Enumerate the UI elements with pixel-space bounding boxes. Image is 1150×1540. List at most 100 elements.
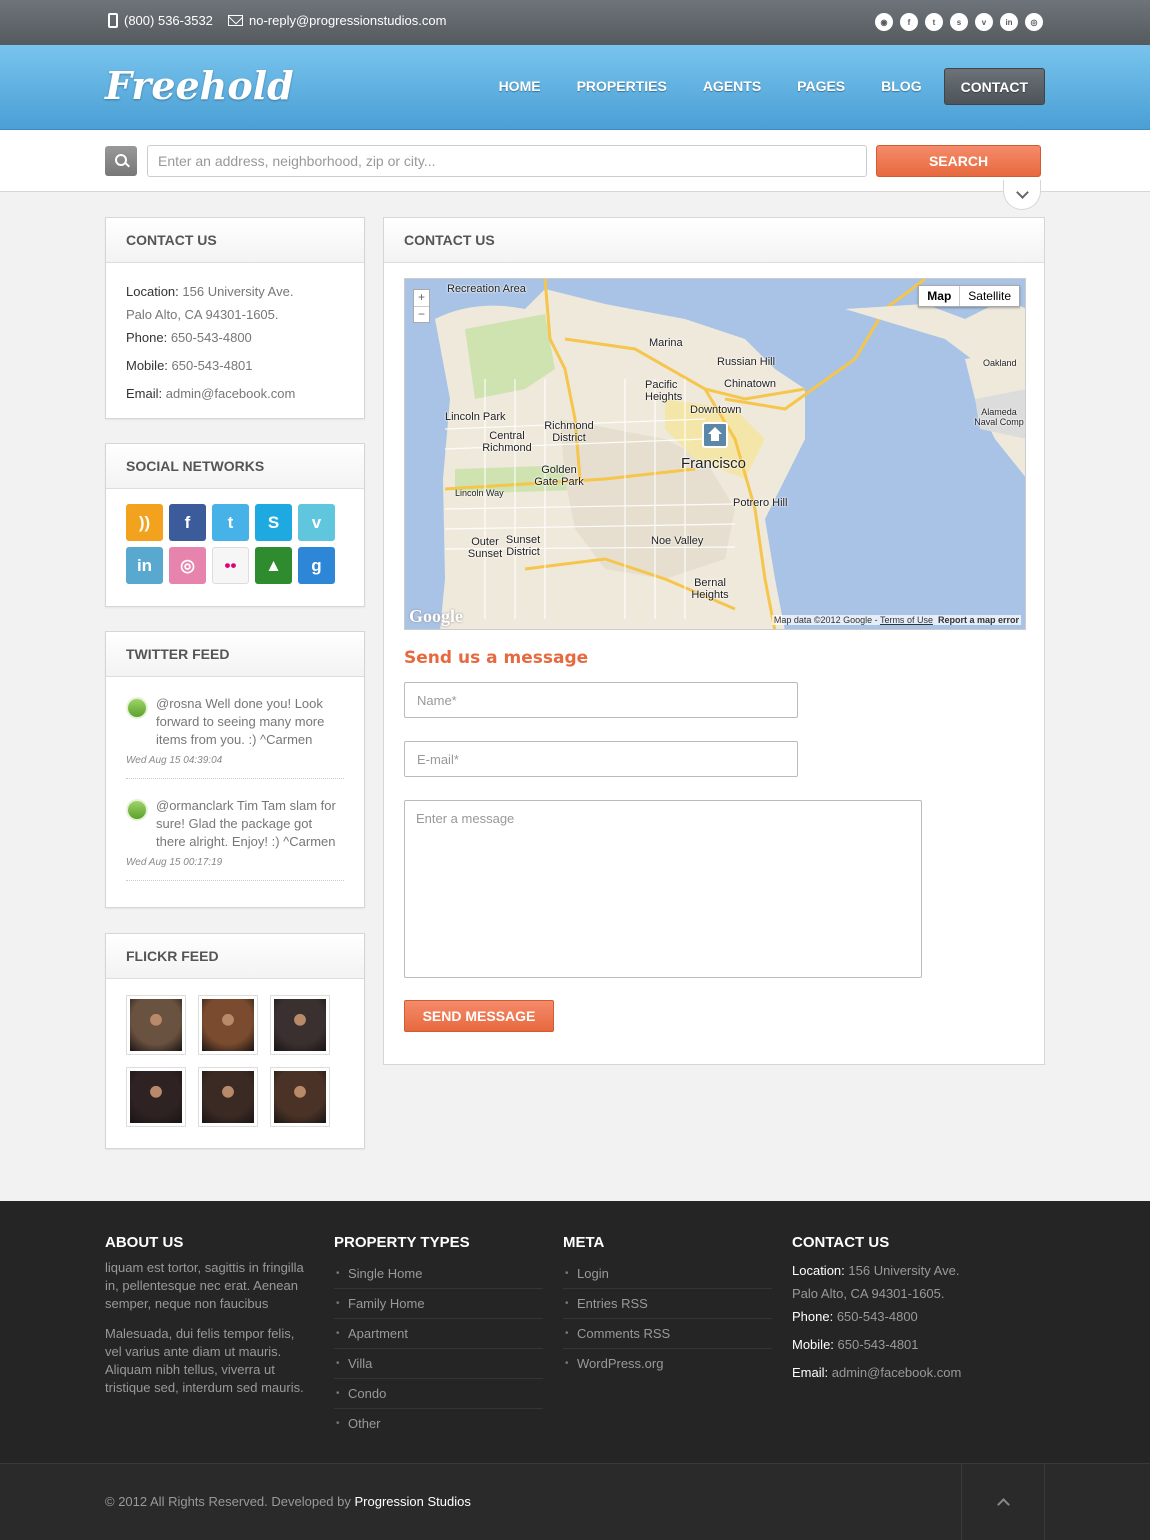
- map-credit: Map data ©2012 Google - Terms of Use Rep…: [771, 615, 1021, 625]
- dribbble-icon[interactable]: ◎: [169, 547, 206, 584]
- google-logo: Google: [409, 606, 463, 626]
- footer-link[interactable]: WordPress.org: [563, 1349, 772, 1379]
- chevron-down-icon[interactable]: [1003, 180, 1041, 210]
- message-field[interactable]: [404, 800, 922, 978]
- map-label: Bernal Heights: [691, 577, 729, 601]
- leaf-icon: [126, 799, 148, 821]
- bottom-bar: © 2012 All Rights Reserved. Developed by…: [0, 1463, 1150, 1540]
- footer-link[interactable]: Single Home: [334, 1259, 543, 1289]
- top-phone-text: (800) 536-3532: [124, 13, 213, 28]
- footer-link[interactable]: Entries RSS: [563, 1289, 772, 1319]
- linkedin-icon[interactable]: in: [1000, 13, 1018, 31]
- site-logo[interactable]: Freehold: [105, 63, 294, 108]
- map-label: Central Richmond: [482, 430, 532, 454]
- social-widget: SOCIAL NETWORKS )) f t Sv in ◎ •• ▲ g: [105, 443, 365, 607]
- nav-agents[interactable]: AGENTS: [685, 68, 779, 105]
- main-title: CONTACT US: [384, 218, 1044, 263]
- twitter-icon[interactable]: t: [925, 13, 943, 31]
- footer-link[interactable]: Family Home: [334, 1289, 543, 1319]
- home-marker-icon[interactable]: [702, 422, 728, 448]
- map-zoom-control: + −: [413, 289, 430, 323]
- name-field[interactable]: [404, 682, 798, 718]
- footer-about-text: liquam est tortor, sagittis in fringilla…: [105, 1260, 304, 1311]
- flickr-widget: FLICKR FEED: [105, 933, 365, 1149]
- flickr-photo[interactable]: [198, 995, 258, 1055]
- main-nav: HOME PROPERTIES AGENTS PAGES BLOG CONTAC…: [481, 68, 1045, 105]
- footer-link[interactable]: Condo: [334, 1379, 543, 1409]
- twitter-icon[interactable]: t: [212, 504, 249, 541]
- contact-phone: Phone: 650-543-4800: [126, 330, 252, 345]
- map-label: Lincoln Park: [445, 411, 506, 423]
- map-label: Marina: [649, 337, 683, 349]
- widget-title: TWITTER FEED: [106, 632, 364, 677]
- facebook-icon[interactable]: f: [169, 504, 206, 541]
- rss-icon[interactable]: )): [126, 504, 163, 541]
- back-to-top-chevron-up-icon[interactable]: [961, 1464, 1045, 1540]
- nav-home[interactable]: HOME: [481, 68, 559, 105]
- dribbble-icon[interactable]: ◎: [1025, 13, 1043, 31]
- contact-mobile: Mobile: 650-543-4801: [126, 358, 253, 373]
- footer-about: ABOUT US liquam est tortor, sagittis in …: [105, 1234, 314, 1409]
- map-type-map[interactable]: Map: [919, 286, 961, 306]
- map-label: Golden Gate Park: [534, 464, 584, 488]
- tweet-text: @ormanclark Tim Tam slam for sure! Glad …: [156, 798, 336, 849]
- nav-blog[interactable]: BLOG: [863, 68, 939, 105]
- skype-icon[interactable]: S: [255, 504, 292, 541]
- search-bar: SEARCH: [0, 130, 1150, 192]
- search-input[interactable]: [147, 145, 867, 177]
- map-view[interactable]: Recreation Area Marina Russian Hill Paci…: [404, 278, 1026, 630]
- footer-link[interactable]: Login: [563, 1259, 772, 1289]
- flickr-photo[interactable]: [126, 995, 186, 1055]
- top-email[interactable]: no-reply@progressionstudios.com: [228, 13, 446, 28]
- terms-link[interactable]: Terms of Use: [880, 615, 933, 625]
- footer-link[interactable]: Comments RSS: [563, 1319, 772, 1349]
- map-label: Francisco: [681, 455, 747, 472]
- search-icon[interactable]: [105, 146, 137, 176]
- twitter-widget: TWITTER FEED @rosna Well done you! Look …: [105, 631, 365, 908]
- footer-location: Location: 156 University Ave.: [792, 1263, 960, 1278]
- linkedin-icon[interactable]: in: [126, 547, 163, 584]
- flickr-icon[interactable]: ••: [212, 547, 249, 584]
- evernote-icon[interactable]: ▲: [255, 547, 292, 584]
- nav-pages[interactable]: PAGES: [779, 68, 863, 105]
- facebook-icon[interactable]: f: [900, 13, 918, 31]
- flickr-photo[interactable]: [270, 995, 330, 1055]
- map-label: Alameda Naval Comp: [974, 407, 1024, 427]
- zoom-out-button[interactable]: −: [414, 306, 429, 322]
- footer-link[interactable]: Other: [334, 1409, 543, 1439]
- top-email-text[interactable]: no-reply@progressionstudios.com: [249, 13, 446, 28]
- form-title: Send us a message: [404, 648, 589, 668]
- vimeo-icon[interactable]: v: [975, 13, 993, 31]
- flickr-photo[interactable]: [126, 1067, 186, 1127]
- search-button[interactable]: SEARCH: [876, 145, 1041, 177]
- zoom-in-button[interactable]: +: [414, 290, 429, 306]
- map-label: Oakland: [983, 358, 1017, 368]
- footer-property-types: PROPERTY TYPES Single Home Family Home A…: [334, 1234, 543, 1439]
- footer-heading: ABOUT US: [105, 1234, 184, 1251]
- rss-icon[interactable]: ◉: [875, 13, 893, 31]
- leaf-icon: [126, 697, 148, 719]
- flickr-photo[interactable]: [198, 1067, 258, 1127]
- nav-properties[interactable]: PROPERTIES: [559, 68, 685, 105]
- tweet-date: Wed Aug 15 00:17:19: [126, 857, 223, 868]
- map-label: Potrero Hill: [733, 497, 788, 509]
- footer-contact: CONTACT US Location: 156 University Ave.…: [792, 1234, 1001, 1384]
- map-label: Noe Valley: [651, 535, 704, 547]
- report-link[interactable]: Report a map error: [938, 615, 1019, 625]
- flickr-photo[interactable]: [270, 1067, 330, 1127]
- tweet-item: @ormanclark Tim Tam slam for sure! Glad …: [126, 779, 344, 881]
- site-header: Freehold HOME PROPERTIES AGENTS PAGES BL…: [0, 45, 1150, 130]
- send-message-button[interactable]: SEND MESSAGE: [404, 1000, 554, 1032]
- footer-heading: PROPERTY TYPES: [334, 1234, 470, 1251]
- vimeo-icon[interactable]: v: [298, 504, 335, 541]
- map-type-control: Map Satellite: [918, 285, 1020, 307]
- footer-link[interactable]: Villa: [334, 1349, 543, 1379]
- google-icon[interactable]: g: [298, 547, 335, 584]
- developer-link[interactable]: Progression Studios: [355, 1494, 471, 1509]
- map-type-satellite[interactable]: Satellite: [960, 286, 1019, 306]
- email-field[interactable]: [404, 741, 798, 777]
- map-label: Lincoln Way: [455, 488, 504, 498]
- footer-link[interactable]: Apartment: [334, 1319, 543, 1349]
- skype-icon[interactable]: s: [950, 13, 968, 31]
- nav-contact[interactable]: CONTACT: [943, 68, 1045, 105]
